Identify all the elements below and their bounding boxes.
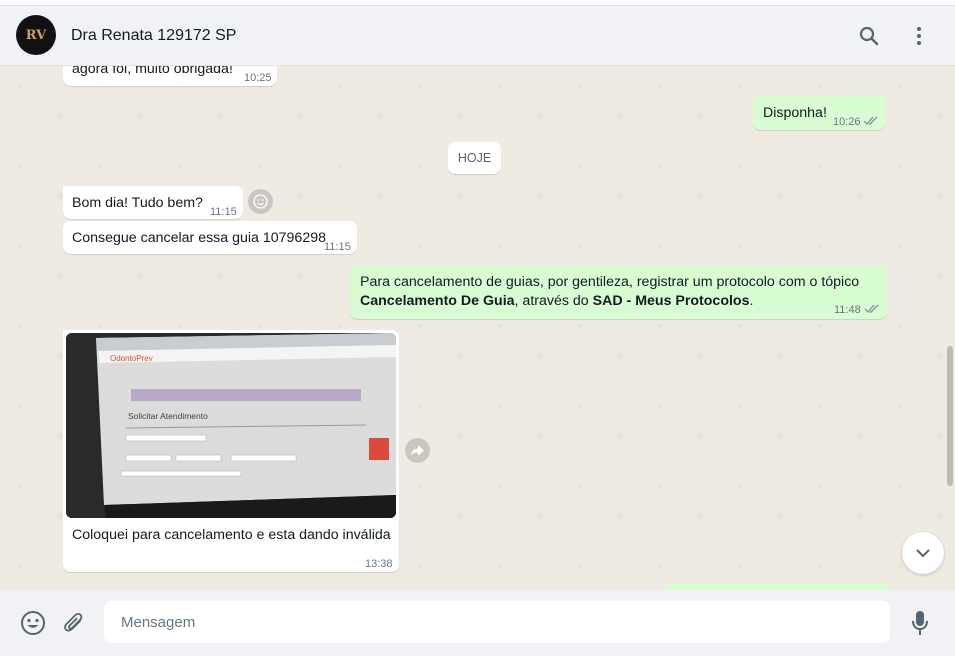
conversation-panel[interactable]: agora foi, muito obrigada! 10:25 Disponh… <box>0 66 955 590</box>
message-time: 11:48 <box>834 304 861 316</box>
emoji-icon[interactable] <box>18 608 48 638</box>
photo-app-logo: OdontoPrev <box>110 354 153 363</box>
avatar-initials: RV <box>25 27 47 43</box>
search-icon[interactable] <box>856 23 882 49</box>
attached-photo[interactable]: OdontoPrev Solicitar Atendimento <box>66 333 396 518</box>
message-text: Bom dia! Tudo bem? <box>72 195 203 211</box>
message-input[interactable] <box>104 601 890 643</box>
message-time: 11:15 <box>210 206 237 218</box>
message-time: 10:26 <box>833 116 861 128</box>
message-incoming-image[interactable]: OdontoPrev Solicitar Atendimento Coloque… <box>63 330 399 572</box>
scrollbar[interactable] <box>947 346 953 486</box>
text-part: Para cancelamento de guias, por gentilez… <box>360 274 860 290</box>
next-message-edge <box>666 583 891 590</box>
message-text: Para cancelamento de guias, por gentilez… <box>360 273 880 311</box>
double-check-icon <box>864 301 880 320</box>
smiley-icon[interactable] <box>248 189 273 214</box>
forward-icon[interactable] <box>405 438 430 463</box>
message-outgoing[interactable]: Para cancelamento de guias, por gentilez… <box>350 266 887 319</box>
microphone-icon[interactable] <box>905 608 935 638</box>
message-time: 13:38 <box>365 558 393 570</box>
paperclip-icon[interactable] <box>59 608 89 638</box>
composer-bar <box>0 590 955 656</box>
message-incoming[interactable]: Consegue cancelar essa guia 10796298 11:… <box>63 221 357 254</box>
chevron-down-icon[interactable] <box>902 532 944 574</box>
message-incoming[interactable]: Bom dia! Tudo bem? 11:15 <box>63 186 243 219</box>
message-text: Disponha! <box>763 105 827 121</box>
message-text: agora foi, muito obrigada! <box>72 66 233 77</box>
contact-name[interactable]: Dra Renata 129172 SP <box>71 27 236 45</box>
text-part: . <box>749 293 754 309</box>
avatar[interactable]: RV <box>16 15 56 55</box>
message-incoming[interactable]: agora foi, muito obrigada! 10:25 <box>63 66 277 86</box>
day-separator: HOJE <box>448 142 501 174</box>
message-time: 10:25 <box>244 72 272 84</box>
chat-header: RV Dra Renata 129172 SP <box>0 6 955 66</box>
bold-system-name: SAD - Meus Protocolos <box>592 293 750 309</box>
kebab-menu-icon[interactable] <box>906 23 932 49</box>
message-time: 11:15 <box>324 241 351 253</box>
bold-topic: Cancelamento De Guia <box>360 293 515 309</box>
message-text: Consegue cancelar essa guia 10796298 <box>72 230 326 246</box>
double-check-icon <box>863 113 879 132</box>
image-caption: Coloquei para cancelamento e esta dando … <box>72 527 391 543</box>
text-part: , através do <box>514 293 593 309</box>
photo-panel-title: Solicitar Atendimento <box>128 411 208 421</box>
message-outgoing[interactable]: Disponha! 10:26 <box>753 96 886 130</box>
